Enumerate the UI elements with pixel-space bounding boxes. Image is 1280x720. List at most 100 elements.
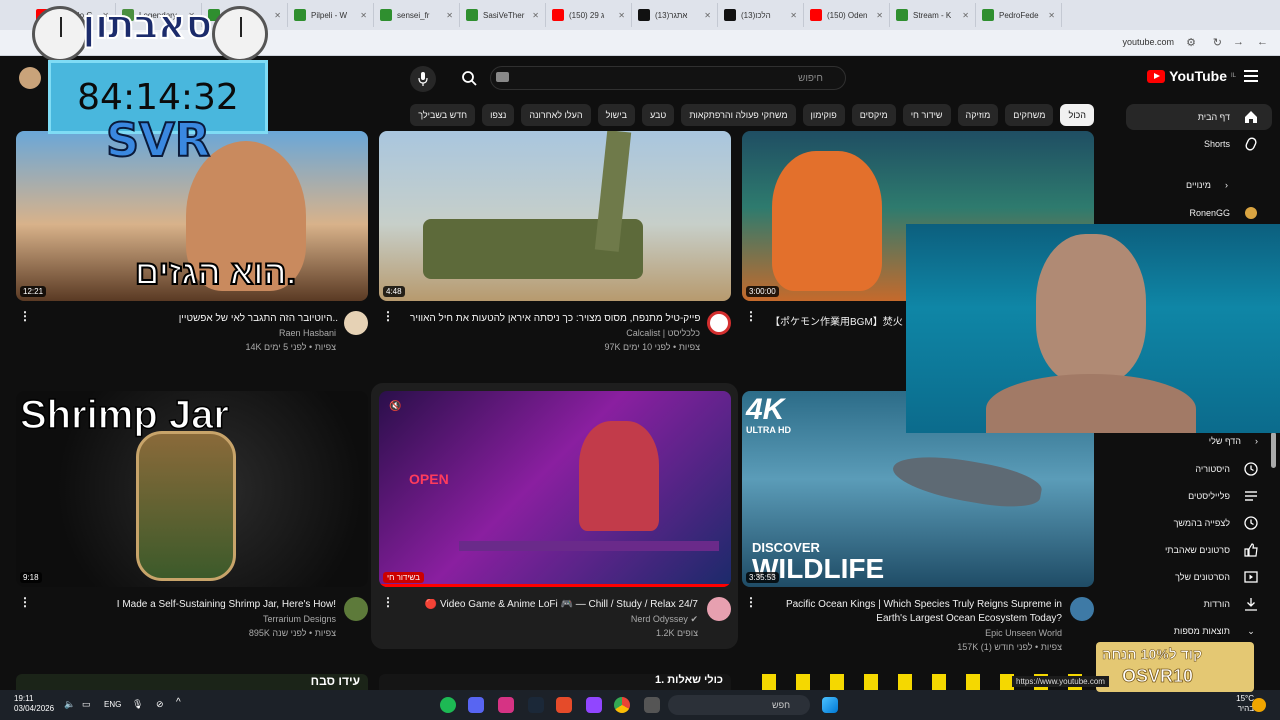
video-title[interactable]: 🔴 Video Game & Anime LoFi 🎮 — Chill / St… [408, 599, 698, 610]
sidebar-subscriptions-header[interactable]: מינויים › [1186, 180, 1228, 190]
more-options-icon[interactable]: ⋮ [19, 596, 31, 608]
sidebar-item-history[interactable]: היסטוריה [1195, 462, 1258, 476]
browser-tab[interactable]: (150) Oden ✕ [804, 3, 890, 27]
chevron-up-icon[interactable]: ^ [176, 697, 181, 708]
browser-tab[interactable]: SasiVeTher ✕ [460, 3, 546, 27]
browser-tab[interactable]: sensei_fr ✕ [374, 3, 460, 27]
close-icon[interactable]: ✕ [1048, 11, 1055, 20]
taskbar-clock[interactable]: 19:11 03/04/2026 [14, 694, 54, 714]
video-thumbnail[interactable]: עידו סבח [16, 674, 368, 690]
sidebar-item-shorts[interactable]: Shorts [1204, 137, 1258, 151]
url-field[interactable]: youtube.com [1122, 37, 1174, 47]
twitch-icon[interactable] [586, 697, 602, 713]
video-thumbnail[interactable]: Shrimp Jar 9:18 [16, 391, 368, 587]
channel-name[interactable]: Raen Hasbani [279, 328, 336, 338]
channel-avatar[interactable] [707, 311, 731, 335]
channel-name[interactable]: Calcalist | כלכליסט [626, 328, 700, 338]
sidebar-item-your-videos[interactable]: הסרטונים שלך [1175, 570, 1258, 584]
sidebar-item-downloads[interactable]: הורדות [1204, 597, 1258, 611]
scrollbar[interactable] [1271, 432, 1276, 468]
video-title[interactable]: פייק-טיל מתנפח, מסוס מצויר: כך ניסתה איר… [410, 313, 700, 324]
close-icon[interactable]: ✕ [446, 11, 453, 20]
channel-name[interactable]: Nerd Odyssey ✔ [631, 614, 698, 625]
video-thumbnail[interactable]: 1. כולי שאלות [379, 674, 731, 690]
chip-watched[interactable]: נצפו [482, 104, 515, 126]
channel-name[interactable]: Terrarium Designs [263, 614, 336, 624]
forward-icon[interactable]: → [1233, 36, 1244, 48]
close-icon[interactable]: ✕ [790, 11, 797, 20]
more-options-icon[interactable]: ⋮ [745, 310, 757, 322]
chip-recently-uploaded[interactable]: העלו לאחרונה [521, 104, 591, 126]
video-title[interactable]: Pacific Ocean Kings | Which Species Trul… [762, 599, 1062, 610]
close-icon[interactable]: ✕ [962, 11, 969, 20]
chip-live[interactable]: שידור חי [902, 104, 951, 126]
windows-start-icon[interactable] [822, 697, 838, 713]
language-indicator[interactable]: ENG [104, 700, 121, 709]
discord-icon[interactable] [468, 697, 484, 713]
more-options-icon[interactable]: ⋮ [19, 310, 31, 322]
chrome-icon[interactable] [614, 697, 630, 713]
video-title[interactable]: היוטיובר הזה התגבר לאי של אפשטיין.. [158, 313, 338, 324]
display-icon[interactable]: ▭ [82, 699, 91, 710]
close-icon[interactable]: ✕ [618, 11, 625, 20]
voice-search-button[interactable] [410, 66, 436, 92]
video-thumbnail[interactable]: OPEN 🔇 בשידור חי [379, 391, 731, 587]
chip-all[interactable]: הכול [1060, 104, 1094, 126]
taskbar-search[interactable]: חפש [668, 695, 810, 715]
browser-tab[interactable]: PedroFede ✕ [976, 3, 1062, 27]
network-icon[interactable]: ⊘ [156, 699, 164, 710]
mic-icon[interactable]: 🎙 [132, 699, 143, 710]
sidebar-you-header[interactable]: הדף שלי › [1209, 436, 1258, 446]
steam-icon[interactable] [528, 697, 544, 713]
sidebar-item-home[interactable]: דף הבית [1198, 110, 1258, 124]
close-icon[interactable]: ✕ [360, 11, 367, 20]
more-options-icon[interactable]: ⋮ [382, 310, 394, 322]
video-thumbnail[interactable]: 4:48 [379, 131, 731, 301]
sidebar-item-watch-later[interactable]: לצפייה בהמשך [1174, 516, 1258, 530]
chip-pokemon[interactable]: פוקימון [802, 104, 845, 126]
browser-tab[interactable]: (150) 29 ג ✕ [546, 3, 632, 27]
search-input[interactable]: חיפוש [490, 66, 846, 90]
chip-cooking[interactable]: בישול [597, 104, 635, 126]
browser-tab[interactable]: (13)אתגר ✕ [632, 3, 718, 27]
video-title[interactable]: I Made a Self-Sustaining Shrimp Jar, Her… [76, 599, 336, 610]
video-title-line2[interactable]: Earth's Largest Ocean Ecosystem Today? [762, 613, 1062, 624]
sidebar-item-liked[interactable]: סרטונים שאהבתי [1165, 543, 1258, 557]
back-icon[interactable]: ← [1257, 36, 1268, 48]
mute-icon[interactable]: 🔇 [389, 401, 401, 412]
file-explorer-icon[interactable] [644, 697, 660, 713]
reload-icon[interactable]: ↻ [1213, 36, 1222, 49]
channel-name[interactable]: Epic Unseen World [985, 628, 1062, 638]
channel-avatar[interactable] [344, 311, 368, 335]
keyboard-icon[interactable] [496, 72, 509, 82]
chip-nature[interactable]: טבע [641, 104, 675, 126]
app-icon[interactable] [556, 697, 572, 713]
close-icon[interactable]: ✕ [704, 11, 711, 20]
close-icon[interactable]: ✕ [876, 11, 883, 20]
more-options-icon[interactable]: ⋮ [382, 596, 394, 608]
chip-new-for-you[interactable]: חדש בשבילך [410, 104, 476, 126]
browser-tab[interactable]: (13)הלכו ✕ [718, 3, 804, 27]
browser-tab[interactable]: Stream - K ✕ [890, 3, 976, 27]
site-settings-icon[interactable]: ⚙ [1186, 36, 1196, 49]
avatar[interactable] [19, 67, 41, 89]
app-icon[interactable] [498, 697, 514, 713]
chip-mixes[interactable]: מיקסים [851, 104, 896, 126]
chip-music[interactable]: מוזיקה [957, 104, 999, 126]
sidebar-item-playlists[interactable]: פלייליסטים [1188, 489, 1258, 503]
sidebar-item-ronengg[interactable]: RonenGG [1189, 206, 1258, 220]
spotify-icon[interactable] [440, 697, 456, 713]
video-title[interactable]: 【ポケモン作業用BGM】焚火 [770, 313, 904, 328]
channel-avatar[interactable] [707, 597, 731, 621]
more-options-icon[interactable]: ⋮ [745, 596, 757, 608]
sidebar-item-more[interactable]: תוצאות מספות ⌄ [1174, 624, 1258, 638]
search-button[interactable] [452, 65, 486, 91]
youtube-logo[interactable]: YouTube IL [1147, 68, 1236, 84]
close-icon[interactable]: ✕ [532, 11, 539, 20]
volume-icon[interactable]: 🔈 [64, 699, 75, 710]
hamburger-menu-icon[interactable] [1244, 70, 1258, 82]
channel-avatar[interactable] [1070, 597, 1094, 621]
chip-action-adventure[interactable]: משחקי פעולה והרפתקאות [681, 104, 796, 126]
browser-tab[interactable]: Pilpeli - W ✕ [288, 3, 374, 27]
chip-games[interactable]: משחקים [1005, 104, 1054, 126]
